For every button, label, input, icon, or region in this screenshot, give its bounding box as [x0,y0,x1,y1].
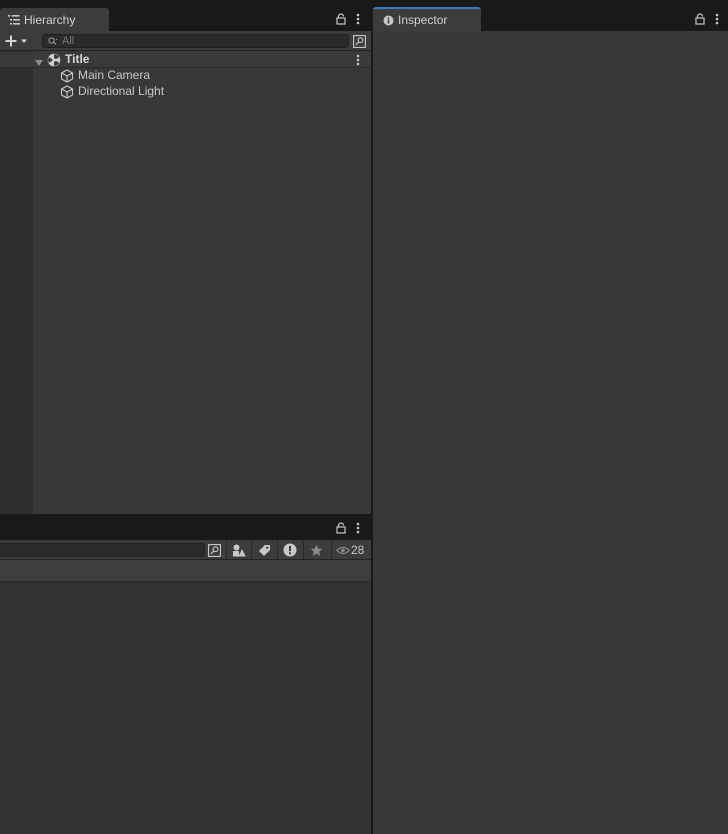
warning-circle-icon[interactable] [277,541,302,559]
hierarchy-lock-icon[interactable] [334,11,348,27]
list-icon [8,14,20,25]
search-window-icon[interactable] [351,33,367,49]
hierarchy-tree [33,51,371,514]
eye-icon [336,546,350,555]
project-search-input[interactable] [0,543,205,557]
scene-name: Title [65,52,90,66]
project-content [0,582,371,834]
search-window-icon[interactable] [206,542,222,558]
hierarchy-item-label: Directional Light [78,84,165,98]
type-filter-icon[interactable] [226,541,250,559]
hierarchy-search-input[interactable]: All [42,34,349,48]
add-object-button[interactable] [2,33,34,49]
scene-header-row[interactable]: Title [0,52,371,68]
hierarchy-item[interactable]: Main Camera [33,68,371,84]
project-menu-icon[interactable] [352,520,364,536]
inspector-content [373,31,728,834]
project-lock-icon[interactable] [334,520,348,536]
tab-inspector[interactable]: Inspector [373,7,481,31]
scene-menu-icon[interactable] [356,54,360,69]
hierarchy-item-label: Main Camera [78,68,151,82]
label-tag-icon[interactable] [251,541,276,559]
tab-hierarchy-label: Hierarchy [24,12,76,27]
inspector-menu-icon[interactable] [711,11,723,27]
tab-inspector-label: Inspector [398,13,448,27]
project-breadcrumb-bar [0,560,371,582]
search-placeholder: All [62,35,75,47]
inspector-lock-icon[interactable] [693,11,707,27]
search-icon [48,37,58,45]
cube-icon [60,85,74,102]
hidden-count: 28 [351,543,365,557]
hierarchy-item[interactable]: Directional Light [33,84,371,100]
tab-hierarchy[interactable]: Hierarchy [0,8,109,31]
hierarchy-menu-icon[interactable] [352,11,364,27]
info-icon [383,15,394,26]
hidden-packages-toggle[interactable]: 28 [331,541,371,559]
star-icon[interactable] [303,541,329,559]
project-tabbar [0,514,371,540]
hierarchy-gutter [0,51,33,514]
